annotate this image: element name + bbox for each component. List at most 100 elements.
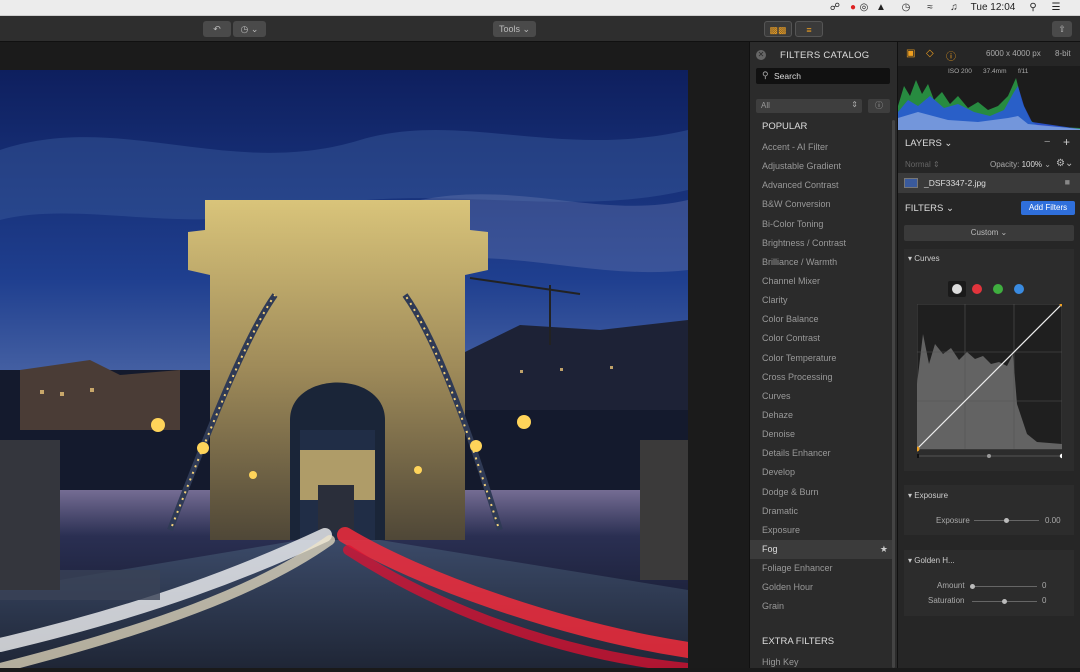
layers-title[interactable]: LAYERS ⌄: [905, 138, 952, 149]
histogram-icon[interactable]: ▣: [906, 48, 915, 59]
photo-preview[interactable]: [0, 70, 688, 668]
opacity-control[interactable]: Opacity: 100% ⌄: [990, 160, 1051, 169]
filter-item[interactable]: Brilliance / Warmth: [750, 253, 894, 272]
extra-filters-header: EXTRA FILTERS: [762, 635, 835, 647]
blend-mode-value: Normal: [905, 160, 931, 169]
filter-item[interactable]: Color Contrast: [750, 329, 894, 348]
flame-icon[interactable]: ▲: [874, 1, 888, 15]
wifi-icon[interactable]: ≈: [922, 1, 938, 15]
amount-slider-knob[interactable]: [969, 584, 975, 589]
filter-item[interactable]: High Key: [750, 653, 894, 672]
saturation-slider-knob[interactable]: [1002, 599, 1007, 604]
filter-item[interactable]: Accent - AI Filter: [750, 138, 894, 157]
filter-item[interactable]: Develop: [750, 463, 894, 482]
lock-icon: ■: [1064, 177, 1070, 187]
exposure-section: ▾ Exposure Exposure 0.00: [904, 485, 1074, 535]
image-dimensions: 6000 x 4000 px: [986, 49, 1041, 58]
filter-item-label: Fog: [762, 543, 778, 554]
exposure-slider-knob[interactable]: [1004, 518, 1009, 523]
catalog-title: FILTERS CATALOG: [780, 50, 870, 61]
saturation-label: Saturation: [928, 596, 965, 605]
exposure-header[interactable]: ▾ Exposure: [908, 491, 948, 500]
filter-item[interactable]: Color Balance: [750, 310, 894, 329]
golden-hour-section: ▾ Golden H... Amount 0 Saturation 0: [904, 550, 1074, 616]
filters-catalog-panel: ✕ FILTERS CATALOG ⚲ Search All ⇕ ⓘ POPUL…: [749, 42, 897, 668]
saturation-value[interactable]: 0: [1042, 596, 1046, 605]
filter-item[interactable]: Denoise: [750, 425, 894, 444]
layers-icon[interactable]: ◇: [926, 48, 934, 59]
nvidia-icon[interactable]: ◎: [856, 1, 872, 15]
amount-label: Amount: [937, 581, 965, 590]
curves-graph[interactable]: [914, 301, 1065, 459]
bit-depth: 8-bit: [1055, 49, 1071, 58]
close-catalog-icon[interactable]: ✕: [756, 50, 766, 60]
preset-select[interactable]: Custom ⌄: [904, 225, 1074, 241]
channel-red-button[interactable]: [972, 284, 982, 294]
filter-item[interactable]: Clarity: [750, 291, 894, 310]
creative-cloud-icon[interactable]: ☍: [826, 1, 844, 15]
layer-settings-icon[interactable]: ⚙⌄: [1056, 158, 1073, 169]
filter-item[interactable]: Advanced Contrast: [750, 176, 894, 195]
channel-blue-button[interactable]: [1014, 284, 1024, 294]
remove-layer-icon[interactable]: −: [1044, 136, 1050, 148]
filter-item[interactable]: Channel Mixer: [750, 272, 894, 291]
filter-item[interactable]: Adjustable Gradient: [750, 157, 894, 176]
filter-item[interactable]: Foliage Enhancer: [750, 559, 894, 578]
clock-text[interactable]: Tue 12:04: [966, 1, 1020, 15]
filter-item[interactable]: Color Temperature: [750, 349, 894, 368]
extra-filter-items: High Key: [750, 653, 894, 672]
filter-item[interactable]: Fog ★: [750, 539, 894, 560]
filter-item[interactable]: Bi-Color Toning: [750, 215, 894, 234]
adjustments-view-button[interactable]: ≡: [795, 21, 823, 37]
curves-header[interactable]: ▾ Curves: [908, 254, 940, 263]
filter-item[interactable]: Grain: [750, 597, 894, 616]
filter-item[interactable]: Golden Hour: [750, 578, 894, 597]
filter-item[interactable]: Exposure: [750, 521, 894, 540]
blend-mode-select[interactable]: Normal ⇕: [905, 160, 940, 169]
golden-hour-title: Golden H...: [914, 556, 955, 565]
add-filters-button[interactable]: Add Filters: [1021, 201, 1075, 215]
golden-hour-header[interactable]: ▾ Golden H...: [908, 556, 955, 565]
time-machine-icon[interactable]: ◷: [898, 1, 914, 15]
filters-title[interactable]: FILTERS ⌄: [905, 203, 954, 214]
preset-value: Custom: [970, 228, 999, 237]
layers-view-button[interactable]: ▩▩: [764, 21, 792, 37]
spotlight-search-icon[interactable]: ⚲: [1026, 1, 1040, 15]
filter-item[interactable]: Brightness / Contrast: [750, 234, 894, 253]
layer-row[interactable]: _DSF3347-2.jpg ■: [898, 173, 1080, 193]
amount-value[interactable]: 0: [1042, 581, 1046, 590]
search-input[interactable]: Search: [774, 71, 801, 81]
channel-picker: [948, 281, 1030, 297]
history-button[interactable]: ◷ ⌄: [233, 21, 266, 37]
app-toolbar: ↶ ◷ ⌄ Tools ⌄ ▩▩ ≡ ⇧: [0, 16, 1080, 42]
share-button[interactable]: ⇧: [1052, 21, 1072, 37]
filter-item[interactable]: Curves: [750, 387, 894, 406]
notification-center-icon[interactable]: ☰: [1048, 1, 1064, 15]
info-icon[interactable]: ⓘ: [946, 48, 956, 63]
volume-icon[interactable]: ♫: [946, 1, 962, 15]
channel-rgb-button[interactable]: [948, 281, 966, 297]
exposure-title: Exposure: [914, 491, 949, 500]
add-layer-icon[interactable]: +: [1063, 135, 1070, 149]
filter-item[interactable]: Cross Processing: [750, 368, 894, 387]
tools-button[interactable]: Tools ⌄: [493, 21, 536, 37]
image-canvas[interactable]: [0, 42, 749, 668]
undo-button[interactable]: ↶: [203, 21, 231, 37]
chevron-updown-icon: ⇕: [851, 100, 858, 109]
opacity-label: Opacity:: [990, 160, 1020, 169]
inspector-panel: ▣ ◇ ⓘ 6000 x 4000 px 8-bit ISO 200 37.4m…: [897, 42, 1080, 668]
search-field[interactable]: ⚲ Search: [756, 68, 890, 84]
filter-item[interactable]: Dodge & Burn: [750, 483, 894, 502]
filter-item[interactable]: Dehaze: [750, 406, 894, 425]
catalog-scrollbar[interactable]: [892, 120, 895, 668]
filter-item[interactable]: B&W Conversion: [750, 195, 894, 214]
channel-green-button[interactable]: [993, 284, 1003, 294]
filter-item[interactable]: Dramatic: [750, 502, 894, 521]
filter-item[interactable]: Details Enhancer: [750, 444, 894, 463]
layer-thumbnail: [904, 178, 918, 188]
exposure-value[interactable]: 0.00: [1045, 516, 1061, 525]
amount-slider[interactable]: [972, 586, 1037, 587]
catalog-info-icon[interactable]: ⓘ: [868, 99, 890, 113]
category-select[interactable]: All ⇕: [756, 99, 862, 113]
favorite-star-icon[interactable]: ★: [880, 540, 888, 559]
